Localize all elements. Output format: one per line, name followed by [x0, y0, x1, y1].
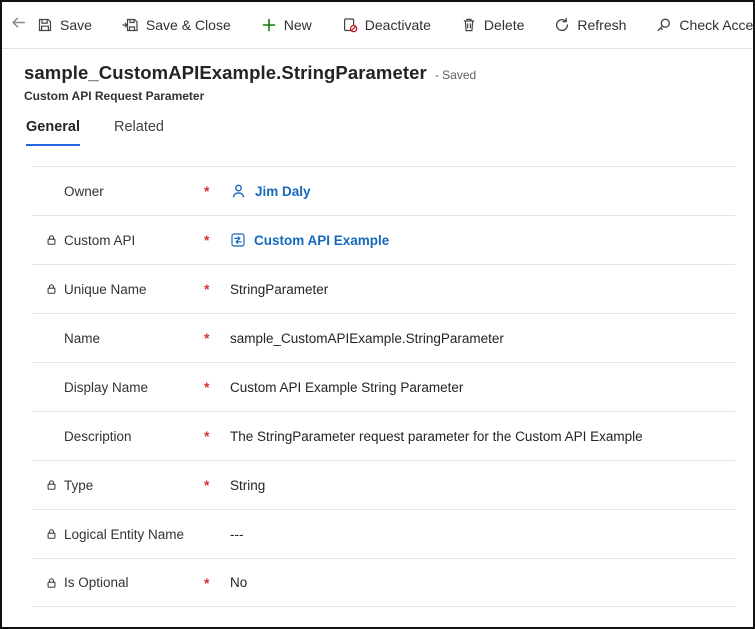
field-value-cell: The StringParameter request parameter fo… — [230, 429, 735, 444]
required-asterisk: * — [204, 232, 230, 248]
required-asterisk: * — [204, 575, 230, 591]
field-value-cell: Custom API Example String Parameter — [230, 380, 735, 395]
field-value[interactable]: String — [230, 478, 265, 493]
custom-api-icon — [230, 232, 246, 248]
field-value-cell: String — [230, 478, 735, 493]
command-bar: Save Save & Close New Deactivate — [2, 2, 753, 49]
field-label-cell: Name — [32, 331, 204, 346]
page-title: sample_CustomAPIExample.StringParameter — [24, 62, 427, 84]
save-icon — [37, 17, 53, 33]
field-label-cell: Description — [32, 429, 204, 444]
field-value[interactable]: Custom API Example — [254, 233, 389, 248]
required-asterisk: * — [204, 379, 230, 395]
delete-label: Delete — [484, 17, 524, 33]
lock-icon — [45, 234, 58, 247]
save-label: Save — [60, 17, 92, 33]
field-label-cell: Display Name — [32, 380, 204, 395]
field-label: Type — [64, 478, 93, 493]
field-value[interactable]: No — [230, 575, 247, 590]
field-value-cell: --- — [230, 527, 735, 542]
field-row: Description * The StringParameter reques… — [32, 411, 735, 460]
refresh-label: Refresh — [577, 17, 626, 33]
back-arrow-icon — [10, 14, 27, 36]
plus-icon — [261, 17, 277, 33]
field-value-cell: No — [230, 575, 735, 590]
lock-icon — [45, 528, 58, 541]
deactivate-button[interactable]: Deactivate — [342, 17, 431, 33]
field-label-cell: Is Optional — [32, 575, 204, 590]
save-button[interactable]: Save — [37, 17, 92, 33]
person-icon — [230, 183, 247, 200]
field-label: Is Optional — [64, 575, 129, 590]
field-label-cell: Unique Name — [32, 282, 204, 297]
field-value[interactable]: Custom API Example String Parameter — [230, 380, 463, 395]
field-label: Custom API — [64, 233, 135, 248]
field-value[interactable]: --- — [230, 527, 244, 542]
app-window: Save Save & Close New Deactivate — [0, 0, 755, 629]
field-row: Logical Entity Name * --- — [32, 509, 735, 558]
field-label-cell: Owner — [32, 184, 204, 199]
field-value[interactable]: Jim Daly — [255, 184, 311, 199]
save-close-icon — [122, 17, 139, 33]
field-label-cell: Type — [32, 478, 204, 493]
check-access-icon — [656, 17, 672, 33]
field-value-cell: sample_CustomAPIExample.StringParameter — [230, 331, 735, 346]
required-asterisk: * — [204, 281, 230, 297]
check-access-label: Check Access — [679, 17, 755, 33]
field-row: Unique Name * StringParameter — [32, 264, 735, 313]
field-value-cell: Jim Daly — [230, 183, 735, 200]
check-access-button[interactable]: Check Access — [656, 17, 755, 33]
required-asterisk: * — [204, 428, 230, 444]
field-value-cell: StringParameter — [230, 282, 735, 297]
tab-general[interactable]: General — [26, 119, 80, 146]
deactivate-label: Deactivate — [365, 17, 431, 33]
field-label: Unique Name — [64, 282, 147, 297]
required-asterisk: * — [204, 330, 230, 346]
field-row: Name * sample_CustomAPIExample.StringPar… — [32, 313, 735, 362]
field-label-cell: Logical Entity Name — [32, 527, 204, 542]
refresh-button[interactable]: Refresh — [554, 17, 626, 33]
tab-related[interactable]: Related — [114, 119, 164, 146]
lock-icon — [45, 283, 58, 296]
field-row: Is Optional * No — [32, 558, 735, 607]
field-row: Display Name * Custom API Example String… — [32, 362, 735, 411]
form-body: Owner * Jim Daly Custom API * Custom API… — [32, 166, 735, 607]
field-label: Name — [64, 331, 100, 346]
delete-icon — [461, 17, 477, 33]
lock-icon — [45, 576, 58, 589]
command-bar-items: Save Save & Close New Deactivate — [37, 17, 755, 33]
save-status: - Saved — [435, 68, 476, 82]
back-button[interactable] — [10, 8, 27, 42]
field-value[interactable]: The StringParameter request parameter fo… — [230, 429, 643, 444]
field-label: Display Name — [64, 380, 148, 395]
field-value[interactable]: StringParameter — [230, 282, 328, 297]
lock-icon — [45, 479, 58, 492]
delete-button[interactable]: Delete — [461, 17, 524, 33]
required-asterisk: * — [204, 477, 230, 493]
required-asterisk: * — [204, 183, 230, 199]
field-label: Owner — [64, 184, 104, 199]
field-row: Type * String — [32, 460, 735, 509]
new-label: New — [284, 17, 312, 33]
deactivate-icon — [342, 17, 358, 33]
field-label: Description — [64, 429, 132, 444]
form-tabs: General Related — [2, 119, 753, 146]
field-row: Owner * Jim Daly — [32, 166, 735, 215]
record-header: sample_CustomAPIExample.StringParameter … — [2, 49, 753, 103]
field-label: Logical Entity Name — [64, 527, 184, 542]
new-button[interactable]: New — [261, 17, 312, 33]
field-value[interactable]: sample_CustomAPIExample.StringParameter — [230, 331, 504, 346]
save-and-close-label: Save & Close — [146, 17, 231, 33]
field-row: Custom API * Custom API Example — [32, 215, 735, 264]
entity-type-label: Custom API Request Parameter — [24, 89, 753, 103]
save-and-close-button[interactable]: Save & Close — [122, 17, 231, 33]
field-value-cell: Custom API Example — [230, 232, 735, 248]
field-label-cell: Custom API — [32, 233, 204, 248]
refresh-icon — [554, 17, 570, 33]
